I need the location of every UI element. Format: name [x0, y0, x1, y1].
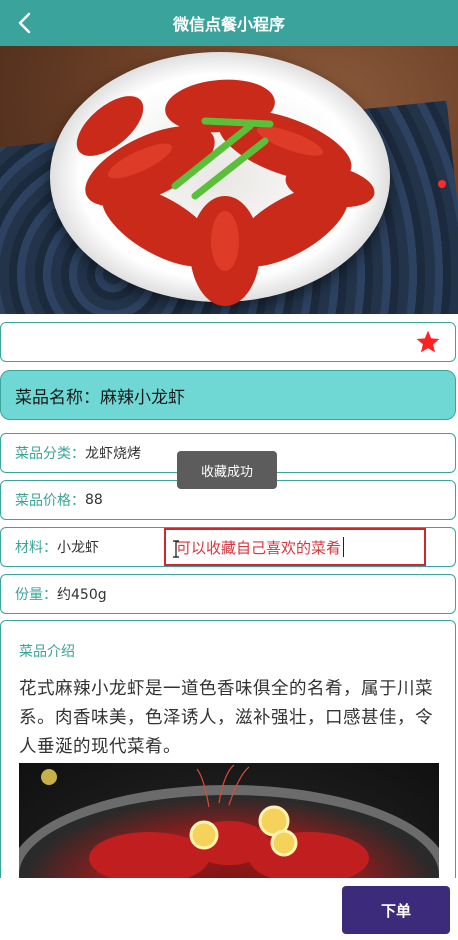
order-button[interactable]: 下单 — [342, 886, 450, 934]
carousel-indicator — [438, 180, 446, 188]
dish-introduction: 菜品介绍 花式麻辣小龙虾是一道色香味俱全的名肴，属于川菜系。肉香味美，色泽诱人，… — [0, 620, 456, 900]
field-value: 小龙虾 — [57, 540, 99, 556]
field-value: 88 — [85, 492, 103, 508]
intro-image — [19, 763, 439, 883]
field-label: 份量： — [15, 587, 57, 603]
text-cursor-icon — [173, 540, 179, 558]
dish-name-value: 麻辣小龙虾 — [100, 387, 185, 408]
toast-message: 收藏成功 — [177, 451, 277, 489]
field-portion: 份量： 约450g — [0, 574, 456, 614]
toast-text: 收藏成功 — [200, 464, 253, 480]
dish-name-label: 菜品名称： — [15, 387, 100, 408]
field-label: 菜品分类： — [15, 446, 85, 462]
intro-text: 花式麻辣小龙虾是一道色香味俱全的名肴，属于川菜系。肉香味美，色泽诱人，滋补强壮，… — [19, 679, 433, 757]
chevron-left-icon — [18, 12, 31, 34]
crayfish-lemon-illustration — [41, 764, 369, 883]
field-label: 菜品价格： — [15, 493, 85, 509]
field-label: 材料： — [15, 540, 57, 556]
back-button[interactable] — [12, 10, 36, 36]
favorite-row — [0, 322, 456, 362]
field-value: 约450g — [57, 587, 107, 603]
text-caret — [343, 537, 345, 557]
page-title: 微信点餐小程序 — [172, 15, 285, 34]
top-navigation-bar: 微信点餐小程序 — [0, 0, 458, 46]
crayfish-illustration — [76, 79, 446, 306]
annotation-text: 可以收藏自己喜欢的菜肴 — [176, 538, 342, 557]
dish-name-card: 菜品名称： 麻辣小龙虾 — [0, 370, 456, 420]
star-icon[interactable] — [415, 329, 441, 355]
order-button-label: 下单 — [380, 901, 411, 920]
annotation-box: 可以收藏自己喜欢的菜肴 — [164, 528, 426, 566]
field-value: 龙虾烧烤 — [85, 446, 141, 462]
intro-heading: 菜品介绍 — [19, 644, 75, 660]
dish-hero-image — [0, 46, 458, 314]
